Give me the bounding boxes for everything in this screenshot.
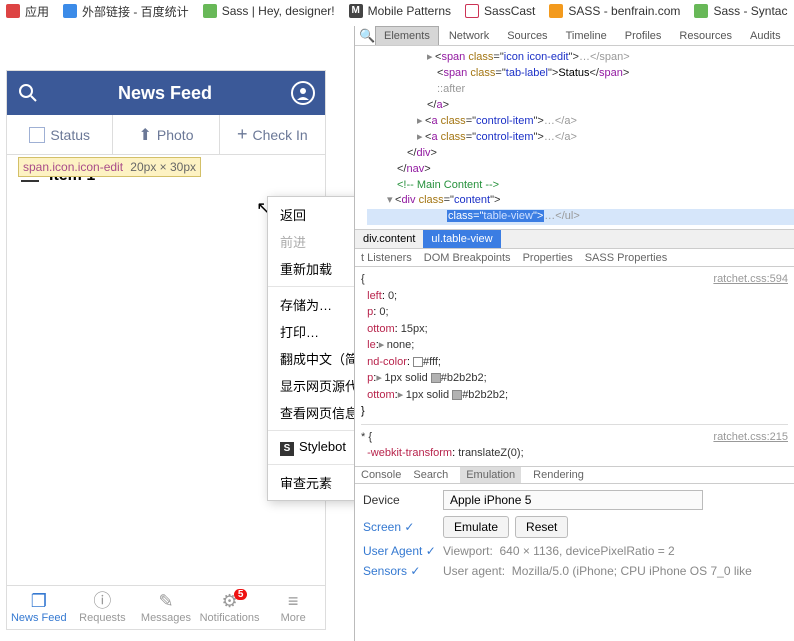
tab-dom-breakpoints[interactable]: DOM Breakpoints	[424, 252, 511, 264]
tab-rendering[interactable]: Rendering	[533, 469, 584, 481]
upload-icon: ⬆	[138, 125, 151, 145]
devtools: 🔍 Elements Network Sources Timeline Prof…	[354, 26, 794, 641]
styles-panel[interactable]: ratchet.css:594{ left: 0; p: 0; ottom: 1…	[355, 267, 794, 466]
tab-sources[interactable]: Sources	[499, 27, 555, 45]
dom-tree[interactable]: ▸<span class="icon icon-edit">…</span> <…	[355, 46, 794, 229]
more-icon: ≡	[288, 592, 299, 610]
profile-icon[interactable]	[291, 81, 315, 105]
emulation-panel: Device Apple iPhone 5 Screen Emulate Res…	[355, 484, 794, 584]
device-select[interactable]: Apple iPhone 5	[443, 490, 703, 510]
bookmark-sass-syntac[interactable]: Sass - Syntac	[694, 4, 787, 18]
tab-emulation[interactable]: Emulation	[460, 467, 521, 483]
drawer-tabs: Console Search Emulation Rendering	[355, 466, 794, 484]
tab-search[interactable]: Search	[413, 469, 448, 481]
seg-photo[interactable]: ⬆Photo	[113, 115, 219, 154]
tab-audits[interactable]: Audits	[742, 27, 789, 45]
seg-checkin[interactable]: +Check In	[220, 115, 325, 154]
requests-icon: ⓘ	[93, 592, 111, 610]
emu-sensors[interactable]: Sensors	[363, 564, 443, 578]
emulate-button[interactable]: Emulate	[443, 516, 509, 538]
bookmark-sasscast[interactable]: SassCast	[465, 4, 535, 18]
newsfeed-icon: ❐	[31, 592, 47, 610]
dom-selected-row[interactable]: class="table-view">…</ul>	[367, 209, 794, 225]
search-icon[interactable]	[17, 82, 39, 104]
tab-console[interactable]: Console	[361, 469, 401, 481]
inspect-tooltip: span.icon.icon-edit 20px × 30px	[18, 157, 201, 177]
bookmark-sass-hey[interactable]: Sass | Hey, designer!	[203, 4, 335, 18]
tab-listeners[interactable]: t Listeners	[361, 252, 412, 264]
style-sub-tabs: t Listeners DOM Breakpoints Properties S…	[355, 249, 794, 267]
badge: 5	[234, 589, 248, 600]
crumb-ul-tableview[interactable]: ul.table-view	[423, 230, 500, 248]
tab-elements[interactable]: Elements	[375, 26, 439, 45]
mobile-header: News Feed	[7, 71, 325, 115]
color-swatch-grey2[interactable]	[452, 390, 462, 400]
bookmark-baidu[interactable]: 外部链接 - 百度统计	[63, 3, 189, 20]
tab-more[interactable]: ≡More	[261, 586, 325, 629]
breadcrumb: div.content ul.table-view	[355, 229, 794, 249]
tab-profiles[interactable]: Profiles	[617, 27, 670, 45]
emu-user-agent[interactable]: User Agent	[363, 544, 443, 558]
color-swatch-white[interactable]	[413, 357, 423, 367]
emu-screen[interactable]: Screen	[363, 520, 443, 534]
mobile-tabbar: ❐News Feed ⓘRequests ✎Messages ⚙5Notific…	[7, 585, 325, 629]
mobile-title: News Feed	[118, 83, 212, 104]
segment-bar: Status ⬆Photo +Check In	[7, 115, 325, 155]
tab-newsfeed[interactable]: ❐News Feed	[7, 586, 71, 629]
bookmark-mobile-patterns[interactable]: MMobile Patterns	[349, 4, 451, 18]
css-source-link[interactable]: ratchet.css:594	[713, 271, 788, 288]
plus-icon: +	[237, 124, 248, 145]
css-source-link2[interactable]: ratchet.css:215	[713, 429, 788, 446]
reset-button[interactable]: Reset	[515, 516, 568, 538]
seg-status[interactable]: Status	[7, 115, 113, 154]
bookmarks-bar: 应用 外部链接 - 百度统计 Sass | Hey, designer! MMo…	[0, 0, 794, 22]
tab-requests[interactable]: ⓘRequests	[71, 586, 135, 629]
tab-messages[interactable]: ✎Messages	[134, 586, 198, 629]
messages-icon: ✎	[158, 592, 173, 610]
status-icon	[29, 127, 45, 143]
tab-resources[interactable]: Resources	[671, 27, 740, 45]
tab-properties[interactable]: Properties	[523, 252, 573, 264]
emu-device-label: Device	[363, 493, 443, 507]
tab-notifications[interactable]: ⚙5Notifications	[198, 586, 262, 629]
tab-timeline[interactable]: Timeline	[558, 27, 615, 45]
devtools-tabs: 🔍 Elements Network Sources Timeline Prof…	[355, 26, 794, 46]
devtools-search-icon[interactable]: 🔍	[359, 28, 373, 44]
tab-sass-properties[interactable]: SASS Properties	[585, 252, 668, 264]
bookmark-sass-benfrain[interactable]: SASS - benfrain.com	[549, 4, 680, 18]
bookmark-apps[interactable]: 应用	[6, 3, 49, 20]
tab-network[interactable]: Network	[441, 27, 497, 45]
color-swatch-grey[interactable]	[431, 373, 441, 383]
stylebot-icon: S	[280, 442, 294, 456]
crumb-div-content[interactable]: div.content	[355, 230, 423, 248]
